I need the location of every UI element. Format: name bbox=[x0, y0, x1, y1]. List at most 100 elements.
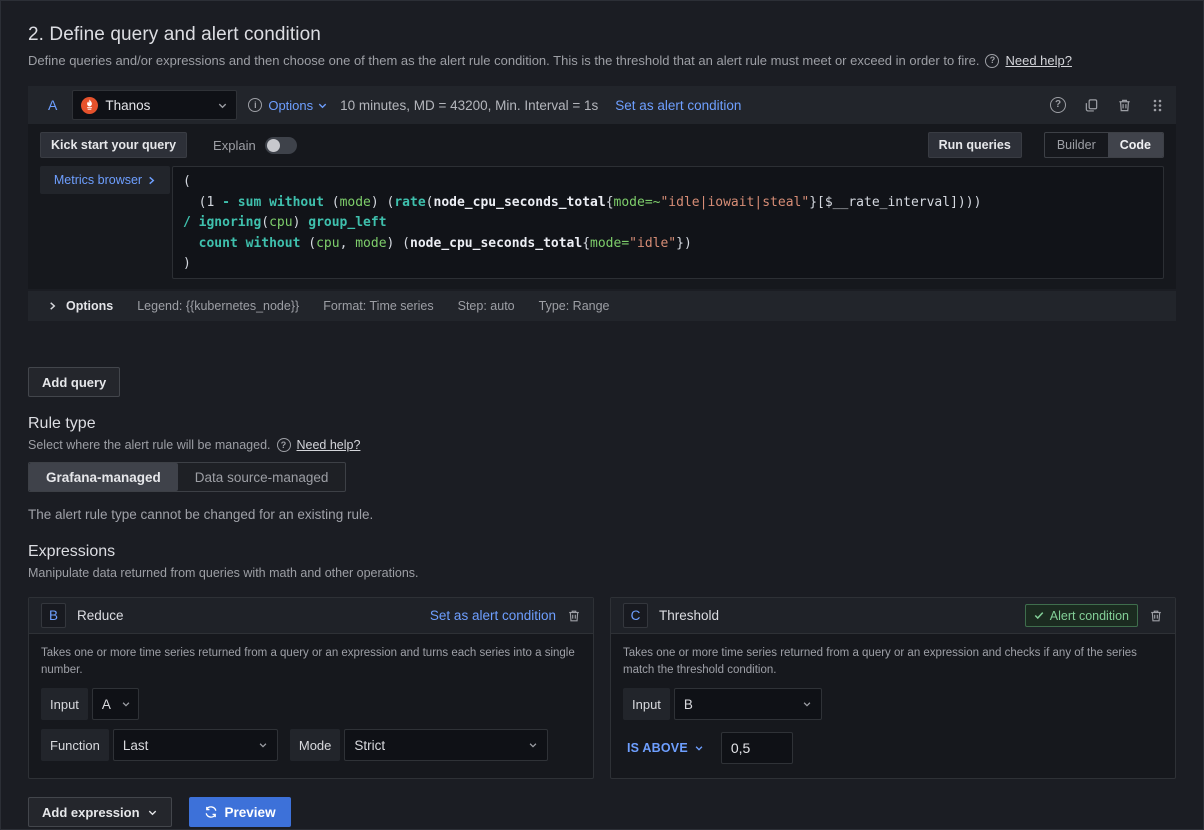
reduce-function-label: Function bbox=[41, 729, 109, 761]
threshold-condition-label: IS ABOVE bbox=[627, 741, 688, 755]
duplicate-query-icon[interactable] bbox=[1084, 98, 1099, 113]
threshold-input-select[interactable]: B bbox=[674, 688, 822, 720]
datasource-name: Thanos bbox=[105, 98, 210, 113]
explain-toggle[interactable] bbox=[265, 137, 297, 154]
threshold-input-value: B bbox=[684, 697, 693, 712]
reduce-input-select[interactable]: A bbox=[92, 688, 139, 720]
chevron-down-icon bbox=[217, 100, 228, 111]
set-as-alert-condition-link[interactable]: Set as alert condition bbox=[615, 98, 741, 113]
chevron-down-icon bbox=[147, 807, 158, 818]
option-type: Type: Range bbox=[539, 299, 610, 313]
add-query-button[interactable]: Add query bbox=[28, 367, 120, 397]
rule-type-grafana-managed[interactable]: Grafana-managed bbox=[29, 463, 178, 491]
alert-condition-badge[interactable]: Alert condition bbox=[1025, 604, 1138, 627]
reduce-mode-value: Strict bbox=[354, 738, 385, 753]
query-options-label: Options bbox=[268, 98, 313, 113]
alert-condition-badge-label: Alert condition bbox=[1050, 609, 1129, 623]
reduce-mode-select[interactable]: Strict bbox=[344, 729, 548, 761]
delete-reduce-icon[interactable] bbox=[567, 609, 581, 623]
expressions-subtitle: Manipulate data returned from queries wi… bbox=[28, 566, 1176, 580]
rule-type-subtitle: Select where the alert rule will be mana… bbox=[28, 438, 1176, 452]
reduce-function-select[interactable]: Last bbox=[113, 729, 278, 761]
datasource-picker[interactable]: Thanos bbox=[72, 90, 237, 120]
reduce-description: Takes one or more time series returned f… bbox=[41, 645, 576, 679]
chevron-down-icon bbox=[121, 699, 131, 709]
preview-label: Preview bbox=[225, 805, 276, 820]
chevron-right-icon bbox=[48, 301, 57, 311]
editor-mode-switch: Builder Code bbox=[1044, 132, 1164, 158]
chevron-down-icon bbox=[258, 740, 268, 750]
info-circle-icon: i bbox=[248, 98, 262, 112]
query-header: A Thanos i Options 10 minutes, MD = 4320… bbox=[28, 86, 1176, 124]
help-circle-icon: ? bbox=[277, 438, 291, 452]
footer-actions: Add expression Preview bbox=[28, 797, 1176, 827]
chevron-down-icon bbox=[528, 740, 538, 750]
reduce-set-alert-condition-link[interactable]: Set as alert condition bbox=[430, 608, 556, 623]
threshold-description: Takes one or more time series returned f… bbox=[623, 645, 1158, 679]
reduce-ref-badge[interactable]: B bbox=[41, 603, 66, 628]
reduce-body: Takes one or more time series returned f… bbox=[29, 634, 593, 775]
rule-type-datasource-managed[interactable]: Data source-managed bbox=[178, 463, 346, 491]
rule-type-radio-group: Grafana-managed Data source-managed bbox=[28, 462, 346, 492]
query-editor-panel: A Thanos i Options 10 minutes, MD = 4320… bbox=[28, 86, 1176, 321]
rule-type-need-help-link[interactable]: Need help? bbox=[297, 438, 361, 452]
expressions-row: B Reduce Set as alert condition Takes on… bbox=[28, 597, 1176, 779]
editor-mode-builder[interactable]: Builder bbox=[1045, 133, 1108, 157]
metrics-browser-button[interactable]: Metrics browser bbox=[40, 166, 170, 194]
query-toolbar: Kick start your query Explain Run querie… bbox=[40, 132, 1164, 158]
threshold-input-label: Input bbox=[623, 688, 670, 720]
sync-icon bbox=[204, 805, 218, 819]
delete-threshold-icon[interactable] bbox=[1149, 609, 1163, 623]
threshold-value-input[interactable] bbox=[721, 732, 793, 764]
delete-query-icon[interactable] bbox=[1117, 98, 1132, 113]
rule-type-note: The alert rule type cannot be changed fo… bbox=[28, 507, 1176, 522]
query-help-icon[interactable]: ? bbox=[1050, 97, 1066, 113]
help-circle-icon: ? bbox=[985, 54, 999, 68]
explain-label: Explain bbox=[213, 138, 256, 153]
threshold-header: C Threshold Alert condition bbox=[611, 598, 1175, 634]
page-title: 2. Define query and alert condition bbox=[28, 24, 1176, 46]
query-options-summary: 10 minutes, MD = 43200, Min. Interval = … bbox=[340, 98, 598, 113]
threshold-type-label: Threshold bbox=[659, 608, 719, 623]
page-subtitle: Define queries and/or expressions and th… bbox=[28, 53, 1176, 68]
reduce-function-value: Last bbox=[123, 738, 149, 753]
expression-threshold: C Threshold Alert condition Takes one or… bbox=[610, 597, 1176, 779]
toggle-knob bbox=[267, 139, 280, 152]
reduce-mode-label: Mode bbox=[290, 729, 341, 761]
editor-mode-code[interactable]: Code bbox=[1108, 133, 1163, 157]
threshold-body: Takes one or more time series returned f… bbox=[611, 634, 1175, 778]
option-legend: Legend: {{kubernetes_node}} bbox=[137, 299, 299, 313]
query-header-actions: ? bbox=[1050, 97, 1164, 113]
preview-button[interactable]: Preview bbox=[189, 797, 291, 827]
add-expression-label: Add expression bbox=[42, 805, 140, 820]
query-options-row: Options Legend: {{kubernetes_node}} Form… bbox=[28, 291, 1176, 321]
drag-handle-icon[interactable] bbox=[1150, 98, 1164, 113]
query-options-toggle[interactable]: Options bbox=[268, 98, 328, 113]
chevron-right-icon bbox=[147, 176, 156, 185]
reduce-header: B Reduce Set as alert condition bbox=[29, 598, 593, 634]
need-help-link[interactable]: Need help? bbox=[1005, 53, 1072, 68]
reduce-input-label: Input bbox=[41, 688, 88, 720]
options-expander[interactable]: Options bbox=[48, 299, 113, 313]
rule-type-subtitle-text: Select where the alert rule will be mana… bbox=[28, 438, 271, 452]
kick-start-query-button[interactable]: Kick start your query bbox=[40, 132, 187, 158]
promql-editor[interactable]: ( (1 - sum without (mode) (rate(node_cpu… bbox=[172, 166, 1164, 279]
options-expander-label: Options bbox=[66, 299, 113, 313]
editor-row: Metrics browser ( (1 - sum without (mode… bbox=[40, 166, 1164, 279]
check-icon bbox=[1034, 611, 1044, 620]
explain-toggle-group: Explain bbox=[213, 137, 297, 154]
expression-reduce: B Reduce Set as alert condition Takes on… bbox=[28, 597, 594, 779]
query-body: Kick start your query Explain Run querie… bbox=[28, 124, 1176, 289]
threshold-condition-select[interactable]: IS ABOVE bbox=[623, 741, 708, 755]
query-ref-id: A bbox=[48, 97, 57, 113]
chevron-down-icon bbox=[802, 699, 812, 709]
run-queries-button[interactable]: Run queries bbox=[928, 132, 1022, 158]
thanos-logo-icon bbox=[81, 97, 98, 114]
rule-type-title: Rule type bbox=[28, 415, 1176, 433]
add-expression-button[interactable]: Add expression bbox=[28, 797, 172, 827]
chevron-down-icon bbox=[317, 100, 328, 111]
threshold-ref-badge[interactable]: C bbox=[623, 603, 648, 628]
page-subtitle-text: Define queries and/or expressions and th… bbox=[28, 53, 979, 68]
option-step: Step: auto bbox=[458, 299, 515, 313]
chevron-down-icon bbox=[694, 743, 704, 753]
